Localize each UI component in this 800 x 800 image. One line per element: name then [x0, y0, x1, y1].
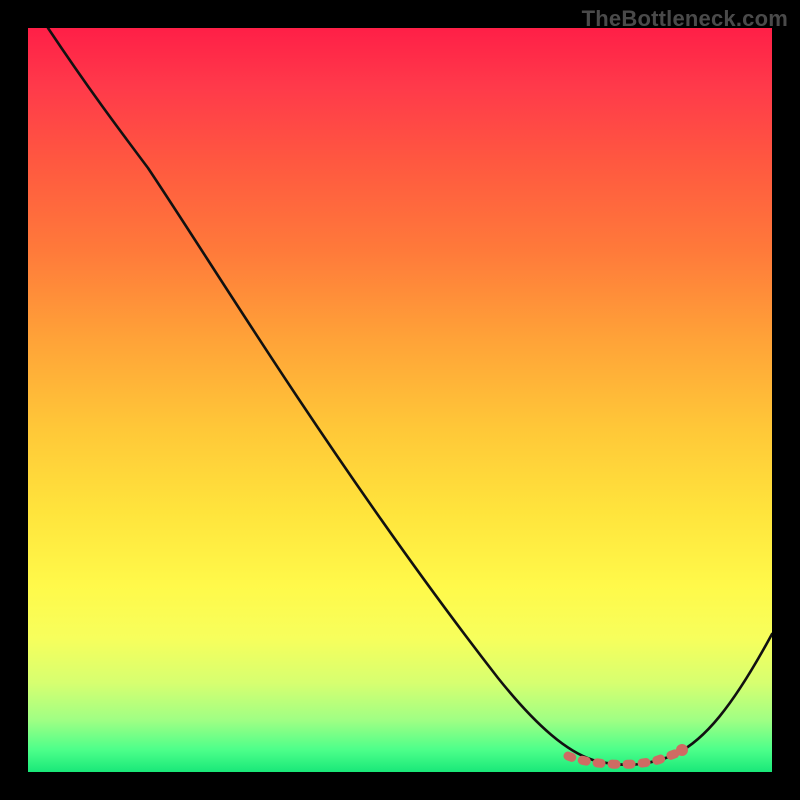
chart-frame: TheBottleneck.com — [0, 0, 800, 800]
watermark-text: TheBottleneck.com — [582, 6, 788, 32]
plot-area — [28, 28, 772, 772]
heat-gradient — [28, 28, 772, 772]
plot-inner — [28, 28, 772, 772]
